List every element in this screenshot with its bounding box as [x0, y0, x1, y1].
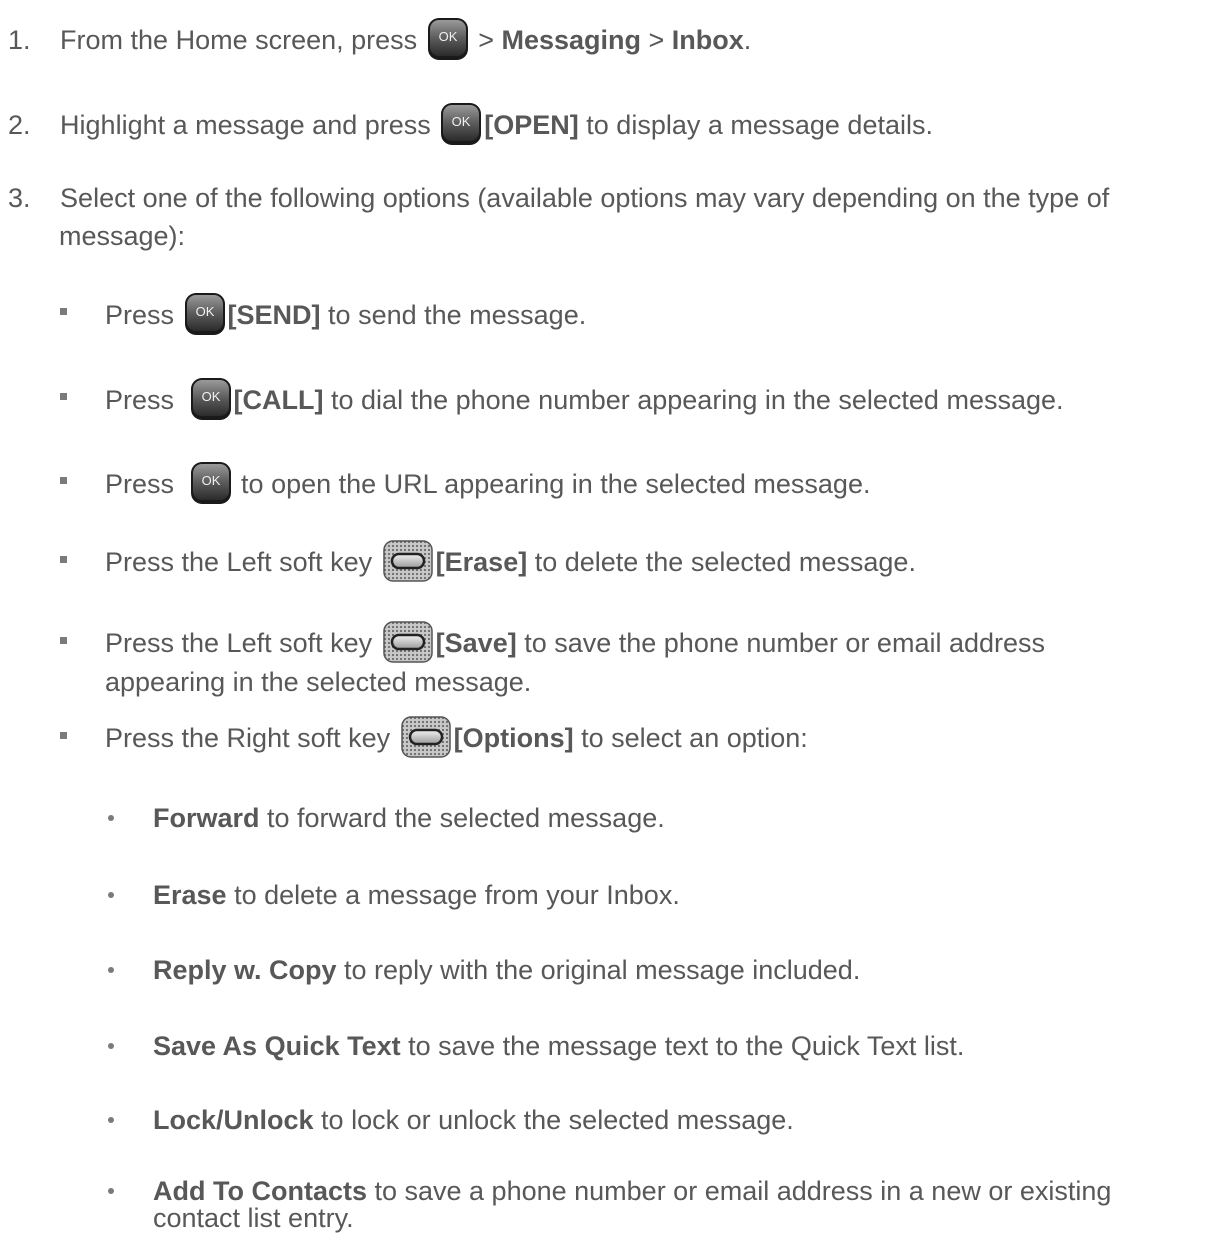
svg-text:OK: OK [438, 29, 457, 44]
bullet-text: Press [105, 385, 175, 416]
left-soft-key-icon [382, 540, 433, 582]
bullet-marker [60, 308, 67, 315]
bullet-call: Press OK [CALL] to dial the phone number… [105, 377, 1064, 424]
step-2: 2. Highlight a message and press OK [OPE… [8, 102, 933, 149]
svg-text:OK: OK [195, 304, 214, 319]
separator: > [470, 25, 502, 56]
step-3-cont: message): [59, 221, 186, 251]
step-text: From the Home screen, press [60, 25, 418, 56]
option-text: to save the message text to the Quick Te… [400, 1031, 965, 1061]
step-number: 3. [8, 183, 31, 213]
bullet-marker [60, 393, 67, 400]
option-text: to delete a message from your Inbox. [226, 880, 680, 910]
save-label: [Save] [435, 628, 517, 659]
step-3: 3. Select one of the following options (… [8, 180, 1109, 216]
step-text: to display a message details. [578, 110, 933, 141]
step-text: Highlight a message and press [60, 110, 431, 141]
erase-label: [Erase] [435, 547, 528, 578]
ok-key-icon: OK [190, 461, 232, 505]
bullet-options: Press the Right soft key [Options] to se… [105, 716, 808, 761]
sub-bullet-marker [108, 1188, 114, 1194]
svg-text:OK: OK [201, 473, 220, 488]
right-soft-key-icon [400, 716, 451, 758]
bullet-marker [60, 637, 67, 644]
sub-bullet-marker [108, 1117, 114, 1123]
option-name: Save As Quick Text [153, 1031, 401, 1061]
bullet-text: to select an option: [573, 723, 808, 754]
bullet-marker [60, 477, 67, 484]
menu-messaging: Messaging [501, 25, 642, 56]
open-label: [OPEN] [484, 110, 579, 141]
option-text: to reply with the original message inclu… [336, 955, 861, 985]
options-label: [Options] [453, 723, 574, 754]
sub-bullet-marker [108, 967, 114, 973]
option-add-contacts-cont: contact list entry. [153, 1203, 354, 1233]
bullet-text: Press the Left soft key [105, 547, 373, 578]
step-number: 1. [8, 25, 31, 56]
option-name: Reply w. Copy [153, 955, 337, 985]
svg-text:OK: OK [452, 114, 471, 129]
step-1: 1. From the Home screen, press OK > Mess… [8, 17, 752, 64]
option-text: to forward the selected message. [259, 803, 665, 833]
bullet-marker [60, 732, 67, 739]
step-number: 2. [8, 110, 31, 141]
sub-bullet-marker [108, 1043, 114, 1049]
ok-key-icon: OK [440, 102, 482, 146]
bullet-text: to delete the selected message. [527, 547, 916, 578]
sub-bullet-marker [108, 892, 114, 898]
option-text: to save a phone number or email address … [366, 1176, 1112, 1206]
bullet-text: to dial the phone number appearing in th… [323, 385, 1064, 416]
bullet-text: to open the URL appearing in the selecte… [233, 469, 871, 500]
step-text: Select one of the following options (ava… [60, 183, 1110, 213]
svg-text:OK: OK [201, 389, 220, 404]
bullet-text: Press [105, 469, 175, 500]
period: . [743, 25, 752, 56]
bullet-text: Press the Right soft key [105, 723, 391, 754]
option-erase: Erase to delete a message from your Inbo… [153, 877, 680, 913]
send-label: [SEND] [227, 300, 321, 331]
option-forward: Forward to forward the selected message. [153, 800, 665, 836]
separator: > [641, 25, 672, 56]
menu-inbox: Inbox [671, 25, 744, 56]
bullet-text: to send the message. [320, 300, 587, 331]
bullet-marker [60, 556, 67, 563]
option-reply: Reply w. Copy to reply with the original… [153, 952, 860, 988]
left-soft-key-icon [382, 621, 433, 663]
call-label: [CALL] [233, 385, 324, 416]
option-name: Erase [153, 880, 227, 910]
ok-key-icon: OK [427, 17, 469, 61]
bullet-text: to save the phone number or email addres… [516, 628, 1046, 659]
bullet-url: Press OK to open the URL appearing in th… [105, 461, 871, 508]
bullet-text: Press [105, 300, 175, 331]
option-lock: Lock/Unlock to lock or unlock the select… [153, 1102, 794, 1138]
bullet-erase: Press the Left soft key [Erase] to delet… [105, 540, 916, 585]
option-name: Lock/Unlock [153, 1105, 314, 1135]
bullet-save: Press the Left soft key [Save] to save t… [105, 621, 1046, 666]
bullet-send: Press OK [SEND] to send the message. [105, 292, 587, 339]
ok-key-icon: OK [184, 292, 226, 336]
ok-key-icon: OK [190, 377, 232, 421]
option-quick-text: Save As Quick Text to save the message t… [153, 1028, 964, 1064]
option-text: to lock or unlock the selected message. [313, 1105, 794, 1135]
sub-bullet-marker [108, 815, 114, 821]
bullet-save-cont: appearing in the selected message. [105, 667, 532, 697]
bullet-text: Press the Left soft key [105, 628, 373, 659]
option-name: Forward [153, 803, 260, 833]
